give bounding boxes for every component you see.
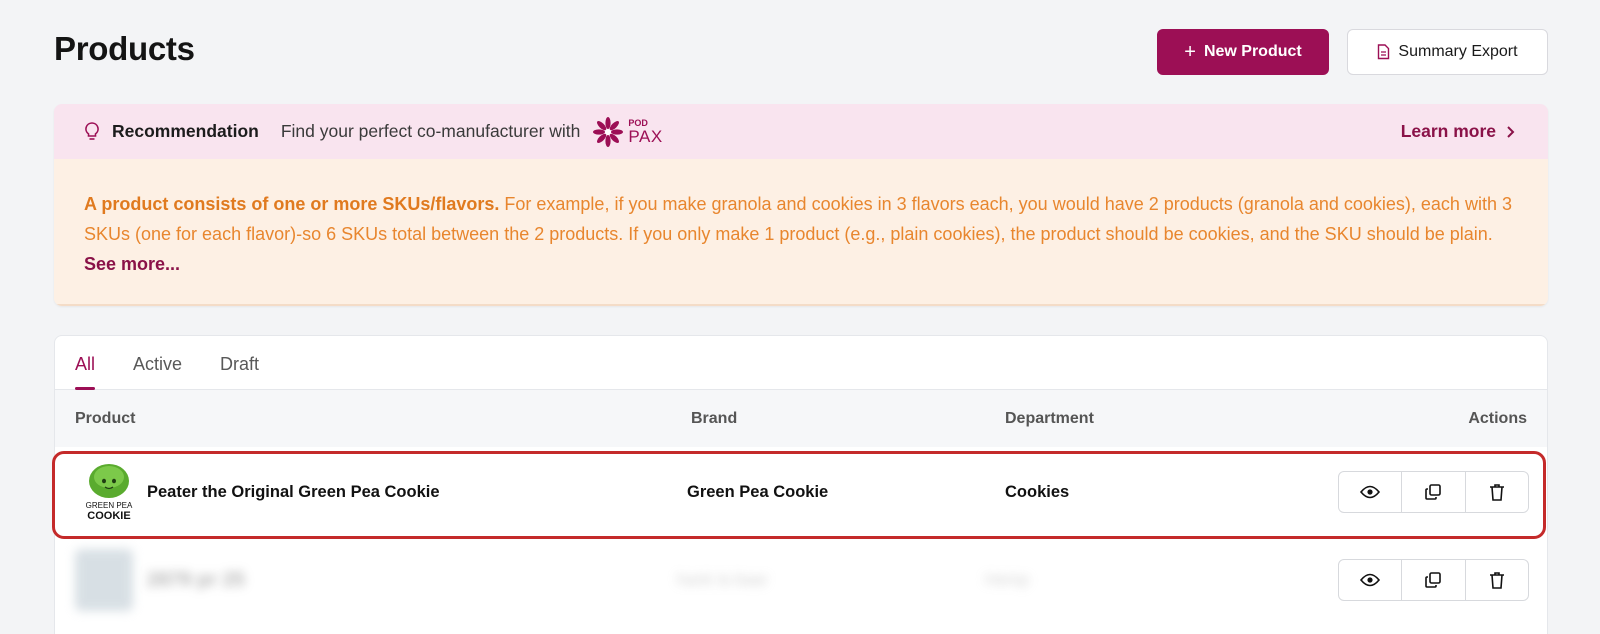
product-info-note: A product consists of one or more SKUs/f… bbox=[54, 159, 1548, 306]
duplicate-icon bbox=[1425, 572, 1442, 588]
page-title: Products bbox=[54, 30, 195, 67]
brand-name: hank la baar bbox=[677, 570, 768, 589]
podpax-flower-icon bbox=[593, 116, 624, 147]
new-product-label: New Product bbox=[1203, 43, 1302, 60]
delete-button[interactable] bbox=[1464, 560, 1528, 600]
header-actions: Actions bbox=[1468, 409, 1527, 427]
see-more-link[interactable]: See more... bbox=[84, 254, 180, 274]
podpax-logo[interactable]: POD PAX bbox=[592, 116, 662, 148]
product-name[interactable]: Peater the Original Green Pea Cookie bbox=[147, 483, 440, 502]
logo-text-line2: COOKIE bbox=[87, 510, 130, 522]
product-name[interactable]: 2879 pr 25 bbox=[147, 569, 245, 592]
recommendation-text: Find your perfect co-manufacturer with bbox=[280, 121, 581, 141]
table-row[interactable]: 2879 pr 25 hank la baar Hemp bbox=[55, 536, 1549, 624]
header-brand: Brand bbox=[691, 409, 738, 427]
duplicate-icon bbox=[1425, 484, 1442, 500]
eye-icon bbox=[1360, 485, 1381, 499]
department-name: Cookies bbox=[1005, 482, 1070, 501]
products-table: All Active Draft Product Brand Departmen… bbox=[54, 335, 1548, 634]
chevron-right-icon bbox=[1507, 125, 1515, 138]
summary-export-button[interactable]: Summary Export bbox=[1347, 29, 1548, 75]
podpax-big-text: PAX bbox=[628, 126, 663, 146]
recommendation-bar: Recommendation Find your perfect co-manu… bbox=[54, 104, 1548, 159]
tab-bar: All Active Draft bbox=[55, 336, 1547, 390]
product-thumbnail bbox=[75, 549, 133, 611]
summary-export-label: Summary Export bbox=[1398, 43, 1518, 60]
tab-active[interactable]: Active bbox=[133, 354, 182, 389]
logo-text-line1: GREEN PEA bbox=[86, 501, 133, 510]
learn-more-link[interactable]: Learn more bbox=[1401, 104, 1516, 159]
learn-more-label: Learn more bbox=[1400, 121, 1496, 141]
green-pea-cookie-logo: GREEN PEA COOKIE bbox=[86, 464, 133, 522]
header-product: Product bbox=[75, 409, 136, 427]
eye-icon bbox=[1360, 573, 1381, 587]
note-bold-text: A product consists of one or more SKUs/f… bbox=[84, 194, 500, 214]
table-header: Product Brand Department Actions bbox=[55, 390, 1547, 447]
table-row[interactable]: GREEN PEA COOKIE Peater the Original Gre… bbox=[55, 448, 1549, 536]
duplicate-button[interactable] bbox=[1401, 560, 1464, 600]
header-department: Department bbox=[1005, 409, 1094, 427]
plus-icon: + bbox=[1184, 41, 1196, 63]
tab-draft[interactable]: Draft bbox=[220, 354, 259, 389]
department-name: Hemp bbox=[985, 570, 1030, 589]
row-actions bbox=[1338, 559, 1529, 601]
new-product-button[interactable]: + New Product bbox=[1157, 29, 1329, 75]
trash-icon bbox=[1489, 572, 1504, 589]
info-card: Recommendation Find your perfect co-manu… bbox=[54, 104, 1548, 306]
document-icon bbox=[1378, 44, 1390, 60]
delete-button[interactable] bbox=[1464, 472, 1528, 512]
row-actions bbox=[1338, 471, 1529, 513]
lightbulb-icon bbox=[85, 121, 99, 140]
tab-all[interactable]: All bbox=[75, 354, 96, 390]
recommendation-label: Recommendation bbox=[112, 121, 259, 141]
view-button[interactable] bbox=[1339, 560, 1401, 600]
trash-icon bbox=[1489, 484, 1504, 501]
brand-name: Green Pea Cookie bbox=[687, 482, 829, 501]
view-button[interactable] bbox=[1339, 472, 1401, 512]
duplicate-button[interactable] bbox=[1401, 472, 1464, 512]
